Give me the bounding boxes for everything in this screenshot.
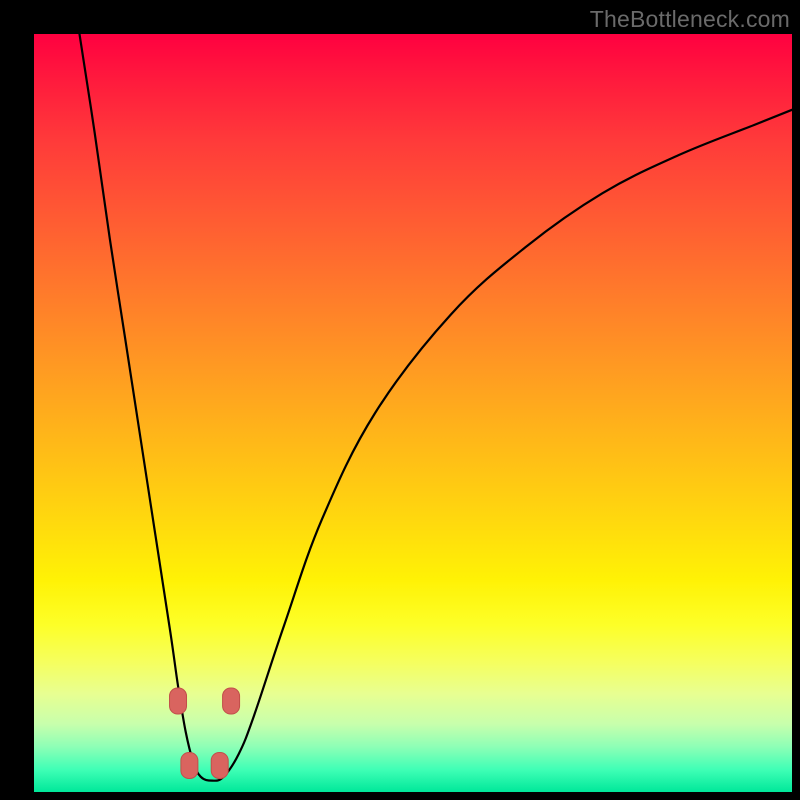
curve-marker-0: [170, 688, 187, 714]
bottleneck-curve-line: [79, 34, 792, 781]
chart-panel: [34, 34, 792, 792]
watermark-text: TheBottleneck.com: [590, 6, 790, 33]
outer-frame: TheBottleneck.com: [0, 0, 800, 800]
curve-marker-3: [223, 688, 240, 714]
curve-markers: [170, 688, 240, 778]
curve-marker-2: [211, 752, 228, 778]
chart-svg: [34, 34, 792, 792]
curve-marker-1: [181, 752, 198, 778]
